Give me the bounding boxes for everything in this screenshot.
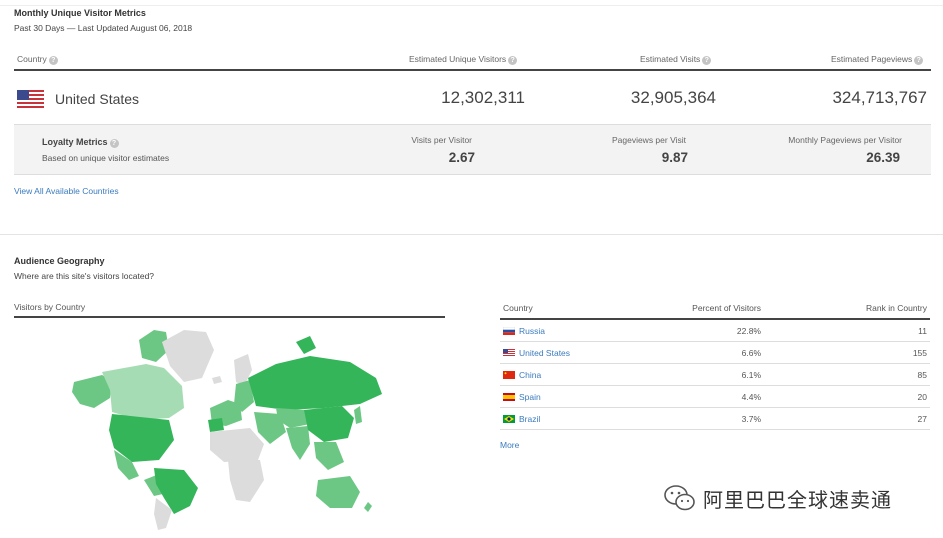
table-row: China 6.1% 85 <box>500 364 930 386</box>
country-link[interactable]: Russia <box>519 326 545 336</box>
header-divider <box>14 69 931 71</box>
rank-value: 27 <box>917 414 927 424</box>
map-russia <box>248 356 382 410</box>
country-table: Country Percent of Visitors Rank in Coun… <box>500 300 930 430</box>
rank-value: 20 <box>917 392 927 402</box>
percent-value: 3.7% <box>741 414 761 424</box>
brazil-flag-icon <box>503 415 515 423</box>
metrics-title: Monthly Unique Visitor Metrics <box>14 8 146 18</box>
rank-value: 11 <box>918 326 927 336</box>
world-map <box>72 330 382 530</box>
map-japan <box>354 406 362 424</box>
table-row: Brazil 3.7% 27 <box>500 408 930 430</box>
table-header: Country Percent of Visitors Rank in Coun… <box>500 300 930 318</box>
russia-flag-icon <box>503 327 515 335</box>
header-visits: Estimated Visits? <box>640 54 712 65</box>
pageviews-per-visit-value: 9.87 <box>661 150 688 165</box>
header-country: Country? <box>17 54 58 65</box>
map-australia <box>316 476 360 508</box>
monthly-pageviews-value: 26.39 <box>866 150 900 165</box>
table-header-rank: Rank in Country <box>866 303 927 313</box>
table-row: Russia 22.8% 11 <box>500 320 930 342</box>
help-icon[interactable]: ? <box>914 56 924 65</box>
us-flag-icon <box>503 349 515 357</box>
percent-value: 6.6% <box>741 348 761 358</box>
help-icon[interactable]: ? <box>48 56 58 65</box>
map-north-africa <box>210 428 264 462</box>
country-link[interactable]: Brazil <box>519 414 540 424</box>
table-row: United States 6.6% 155 <box>500 342 930 364</box>
header-unique-visitors: Estimated Unique Visitors? <box>409 54 518 65</box>
help-icon[interactable]: ? <box>702 56 712 65</box>
top-divider <box>0 5 943 6</box>
map-iceland <box>212 376 222 384</box>
pageviews-per-visit-label: Pageviews per Visit <box>611 135 686 145</box>
china-flag-icon <box>503 371 515 379</box>
percent-value: 4.4% <box>741 392 761 402</box>
rank-value: 155 <box>912 348 927 358</box>
country-link[interactable]: Spain <box>519 392 541 402</box>
us-flag-icon <box>17 90 44 108</box>
watermark: 阿里巴巴全球速卖通 <box>663 483 892 513</box>
percent-value: 22.8% <box>736 326 761 336</box>
spain-flag-icon <box>503 393 515 401</box>
geography-title: Audience Geography <box>14 256 105 266</box>
country-link[interactable]: United States <box>519 348 570 358</box>
watermark-text: 阿里巴巴全球速卖通 <box>703 489 892 512</box>
percent-value: 6.1% <box>741 370 761 380</box>
country-name: United States <box>55 91 140 107</box>
map-canada <box>102 364 184 420</box>
wechat-icon <box>664 485 695 511</box>
map-russia-north <box>296 336 316 354</box>
map-south-africa <box>228 460 264 502</box>
country-link[interactable]: China <box>519 370 541 380</box>
map-southeast-asia <box>314 442 344 470</box>
map-new-zealand <box>364 502 372 512</box>
table-header-percent: Percent of Visitors <box>692 303 761 313</box>
pageviews-value: 324,713,767 <box>832 88 927 107</box>
section-divider <box>0 234 943 235</box>
map-china <box>304 406 354 442</box>
header-pageviews: Estimated Pageviews? <box>831 54 924 65</box>
loyalty-title: Loyalty Metrics? <box>42 137 119 148</box>
monthly-pageviews-label: Monthly Pageviews per Visitor <box>788 135 902 145</box>
map-divider <box>14 316 445 318</box>
map-spain <box>208 418 224 432</box>
table-row: Spain 4.4% 20 <box>500 386 930 408</box>
visits-value: 32,905,364 <box>630 88 716 107</box>
loyalty-metrics-panel: Loyalty Metrics? Based on unique visitor… <box>14 124 931 175</box>
visits-per-visitor-label: Visits per Visitor <box>411 135 472 145</box>
loyalty-subtitle: Based on unique visitor estimates <box>42 153 170 163</box>
help-icon[interactable]: ? <box>508 56 518 65</box>
map-label: Visitors by Country <box>14 302 86 312</box>
help-icon[interactable]: ? <box>109 139 119 148</box>
more-link[interactable]: More <box>500 440 519 450</box>
rank-value: 85 <box>917 370 927 380</box>
map-india <box>286 426 310 460</box>
visits-per-visitor-value: 2.67 <box>448 150 475 165</box>
view-all-countries-link[interactable]: View All Available Countries <box>14 186 119 196</box>
table-header-country: Country <box>503 303 533 313</box>
unique-visitors-value: 12,302,311 <box>441 88 525 107</box>
geography-subtitle: Where are this site's visitors located? <box>14 271 155 281</box>
metrics-subtitle: Past 30 Days — Last Updated August 06, 2… <box>14 23 193 33</box>
